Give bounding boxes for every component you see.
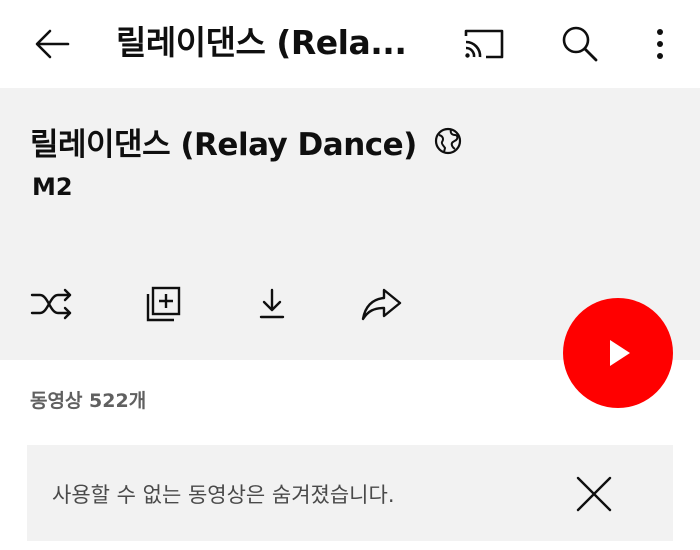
download-icon	[259, 288, 285, 319]
notice-text: 사용할 수 없는 동영상은 숨겨졌습니다.	[52, 483, 395, 507]
video-count: 동영상 522개	[30, 390, 147, 412]
shuffle-button[interactable]	[28, 282, 76, 326]
share-button[interactable]	[358, 282, 406, 326]
arrow-left-icon	[35, 29, 70, 59]
close-icon	[576, 476, 612, 512]
download-button[interactable]	[248, 282, 296, 326]
more-vertical-icon	[657, 29, 663, 59]
share-icon	[361, 288, 402, 321]
cast-icon	[464, 29, 504, 59]
more-options-button[interactable]	[646, 22, 674, 66]
play-icon	[610, 340, 630, 366]
back-button[interactable]	[30, 22, 74, 66]
channel-name[interactable]: M2	[32, 170, 73, 204]
play-all-button[interactable]	[563, 298, 673, 408]
add-to-library-button[interactable]	[140, 282, 188, 326]
top-app-bar: 릴레이댄스 (Rela...	[0, 0, 700, 88]
top-bar-title: 릴레이댄스 (Rela...	[116, 23, 407, 62]
search-button[interactable]	[558, 22, 602, 66]
search-icon	[562, 26, 598, 62]
add-to-library-icon	[146, 286, 181, 322]
globe-icon	[434, 127, 461, 155]
playlist-title-row: 릴레이댄스 (Relay Dance)	[30, 118, 463, 164]
shuffle-icon	[30, 288, 72, 320]
dismiss-notice-button[interactable]	[570, 470, 618, 518]
playlist-title: 릴레이댄스 (Relay Dance)	[30, 126, 417, 163]
cast-button[interactable]	[462, 24, 506, 64]
